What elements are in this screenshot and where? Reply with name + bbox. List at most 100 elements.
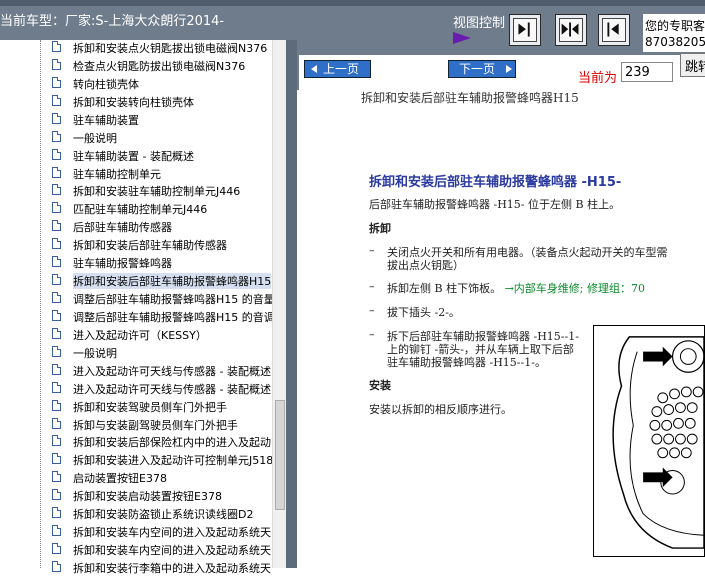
tree-item-label: 拆卸和安装转向柱锁壳体: [73, 96, 194, 109]
page-number-input[interactable]: [621, 62, 673, 82]
tree-item[interactable]: 拆卸和安装转向柱锁壳体: [52, 93, 272, 110]
tree-item-label: 进入及起动许可天线与传感器 - 装配概述: [73, 383, 271, 396]
document-icon: [52, 220, 61, 231]
tree-item-label: 拆卸和安装车内空间的进入及起动系统天: [73, 544, 271, 557]
tree-item[interactable]: 拆卸和安装驻车辅助控制单元J446: [52, 182, 272, 199]
tree-item[interactable]: 一般说明: [52, 129, 272, 146]
view-split-button[interactable]: [555, 14, 587, 46]
document-icon: [52, 238, 61, 249]
document-icon: [52, 418, 61, 429]
body-repair-link[interactable]: →内部车身维修; 修理组：70: [505, 282, 645, 295]
document-icon: [52, 525, 61, 536]
collapse-left-icon: [607, 22, 619, 37]
goto-page-button[interactable]: 跳转: [680, 53, 705, 77]
document-icon: [52, 471, 61, 482]
tree-item-label: 拆卸和安装启动装置按钮E378: [73, 490, 222, 503]
tree-item[interactable]: 拆卸和安装防盗锁止系统识读线圈D2: [52, 505, 272, 522]
tree-item[interactable]: 拆卸和安装启动装置按钮E378: [52, 487, 272, 504]
document-icon: [52, 77, 61, 88]
tree-item-label: 拆卸和安装防盗锁止系统识读线圈D2: [73, 508, 254, 521]
tree-item[interactable]: 调整后部驻车辅助报警蜂鸣器H15 的音量: [52, 290, 275, 307]
tree-item[interactable]: 检查点火钥匙防拔出锁电磁阀N376: [52, 57, 272, 74]
step2-text: 拆卸左侧 B 柱下饰板。 →内部车身维修; 修理组：70: [387, 280, 645, 296]
service-contact-label: 您的专职客: [645, 19, 705, 33]
tree-item[interactable]: 匹配驻车辅助控制单元J446: [52, 200, 272, 217]
tree-item[interactable]: 拆卸和安装驾驶员侧车门外把手: [52, 398, 272, 415]
tree-item[interactable]: 驻车辅助装置 - 装配概述: [52, 147, 272, 164]
service-contact-number: 87038205: [645, 35, 705, 49]
document-icon: [52, 328, 61, 339]
tree-item[interactable]: 拆卸和安装后部保险杠内中的进入及起动: [52, 433, 272, 450]
tree-item-label: 启动装置按钮E378: [73, 472, 167, 485]
tree-item-label: 拆卸和安装驾驶员侧车门外把手: [73, 401, 227, 414]
tree-item-selected[interactable]: 拆卸和安装后部驻车辅助报警蜂鸣器H15: [52, 272, 272, 289]
tree-item[interactable]: 拆卸与安装副驾驶员侧车门外把手: [52, 416, 272, 433]
tree-item[interactable]: 驻车辅助报警蜂鸣器: [52, 254, 272, 271]
tree-item[interactable]: 拆卸和安装进入及起动许可控制单元J518: [52, 451, 274, 468]
step-bullet: –: [369, 328, 375, 341]
document-icon: [52, 131, 61, 142]
next-page-label: 下一页: [459, 62, 496, 76]
tree-item[interactable]: 驻车辅助控制单元: [52, 165, 272, 182]
tree-item-label: 拆卸和安装点火钥匙拔出锁电磁阀N376: [73, 42, 268, 55]
document-icon: [52, 202, 61, 213]
tree-item[interactable]: 进入及起动许可（KESSY）: [52, 326, 272, 343]
tree-item-label: 一般说明: [73, 347, 117, 360]
step-bullet: –: [369, 244, 375, 257]
view-control-label: 视图控制: [453, 16, 506, 31]
removal-heading: 拆卸: [369, 222, 391, 235]
tree-item[interactable]: 拆卸和安装后部驻车辅助传感器: [52, 236, 272, 253]
current-page-label: 当前为: [578, 71, 618, 86]
tree-item[interactable]: 拆卸和安装点火钥匙拔出锁电磁阀N376: [52, 39, 272, 56]
install-heading: 安装: [369, 379, 391, 392]
tree-item-label: 拆卸与安装副驾驶员侧车门外把手: [73, 419, 238, 432]
tree-item-label: 拆卸和安装进入及起动许可控制单元J518: [73, 454, 274, 467]
document-viewer: 拆卸和安装后部驻车辅助报警蜂鸣器H15 拆卸和安装后部驻车辅助报警蜂鸣器 -H1…: [299, 85, 705, 568]
step1-line2: 拔出点火钥匙）: [387, 259, 464, 272]
tree-item[interactable]: 拆卸和安装车内空间的进入及起动系统天: [52, 523, 272, 540]
step-bullet: –: [369, 280, 375, 293]
tree-item-label: 进入及起动许可（KESSY）: [73, 329, 207, 342]
tree-item[interactable]: 调整后部驻车辅助报警蜂鸣器H15 的音调: [52, 308, 275, 325]
document-icon: [52, 561, 61, 572]
tree-item[interactable]: 拆卸和安装车内空间的进入及起动系统天: [52, 541, 272, 558]
right-arrow-icon: [506, 65, 512, 73]
tree-item-label: 一般说明: [73, 132, 117, 145]
document-icon: [52, 113, 61, 124]
tree-item-label: 拆卸和安装驻车辅助控制单元J446: [73, 185, 241, 198]
tree-item[interactable]: 驻车辅助装置: [52, 111, 272, 128]
view-collapse-left-button[interactable]: [598, 14, 630, 46]
document-icon: [52, 400, 61, 411]
tree-item-label: 匹配驻车辅助控制单元J446: [73, 203, 208, 216]
view-expand-right-button[interactable]: [509, 14, 541, 46]
tree-item[interactable]: 转向柱锁壳体: [52, 75, 272, 92]
tree-item[interactable]: 后部驻车辅助传感器: [52, 218, 272, 235]
tree-item-label: 拆卸和安装后部驻车辅助报警蜂鸣器H15: [73, 273, 272, 289]
next-page-button[interactable]: 下一页: [448, 60, 516, 78]
tree-item[interactable]: 一般说明: [52, 344, 272, 361]
document-icon: [52, 149, 61, 160]
install-text: 安装以拆卸的相反顺序进行。: [369, 403, 512, 416]
previous-page-button[interactable]: 上一页: [304, 60, 371, 78]
document-icon: [52, 435, 61, 446]
tree-scrollbar-thumb[interactable]: [275, 400, 285, 510]
tree-scrollbar[interactable]: [272, 40, 286, 568]
step4-line3: 驻车辅助报警蜂鸣器 -H15--1-。: [387, 356, 546, 369]
connector-figure: [593, 325, 705, 557]
tree-item[interactable]: 进入及起动许可天线与传感器 - 装配概述: [52, 380, 272, 397]
tree-item[interactable]: 启动装置按钮E378: [52, 469, 272, 486]
previous-page-label: 上一页: [323, 62, 360, 76]
view-control-arrow-icon[interactable]: [452, 31, 472, 45]
tree-item-label: 拆卸和安装后部保险杠内中的进入及起动: [73, 436, 271, 449]
tree-item-label: 后部驻车辅助传感器: [73, 221, 172, 234]
tree-item-label: 调整后部驻车辅助报警蜂鸣器H15 的音量: [73, 293, 275, 306]
top-strip: [0, 0, 705, 6]
document-icon: [52, 364, 61, 375]
tree-item[interactable]: 进入及起动许可天线与传感器 - 装配概述: [52, 362, 272, 379]
tree-item-label: 驻车辅助报警蜂鸣器: [73, 257, 172, 270]
document-icon: [52, 346, 61, 357]
panel-divider[interactable]: [286, 40, 297, 568]
document-icon: [52, 507, 61, 518]
left-arrow-icon: [311, 65, 317, 73]
connector-illustration: [612, 336, 705, 549]
